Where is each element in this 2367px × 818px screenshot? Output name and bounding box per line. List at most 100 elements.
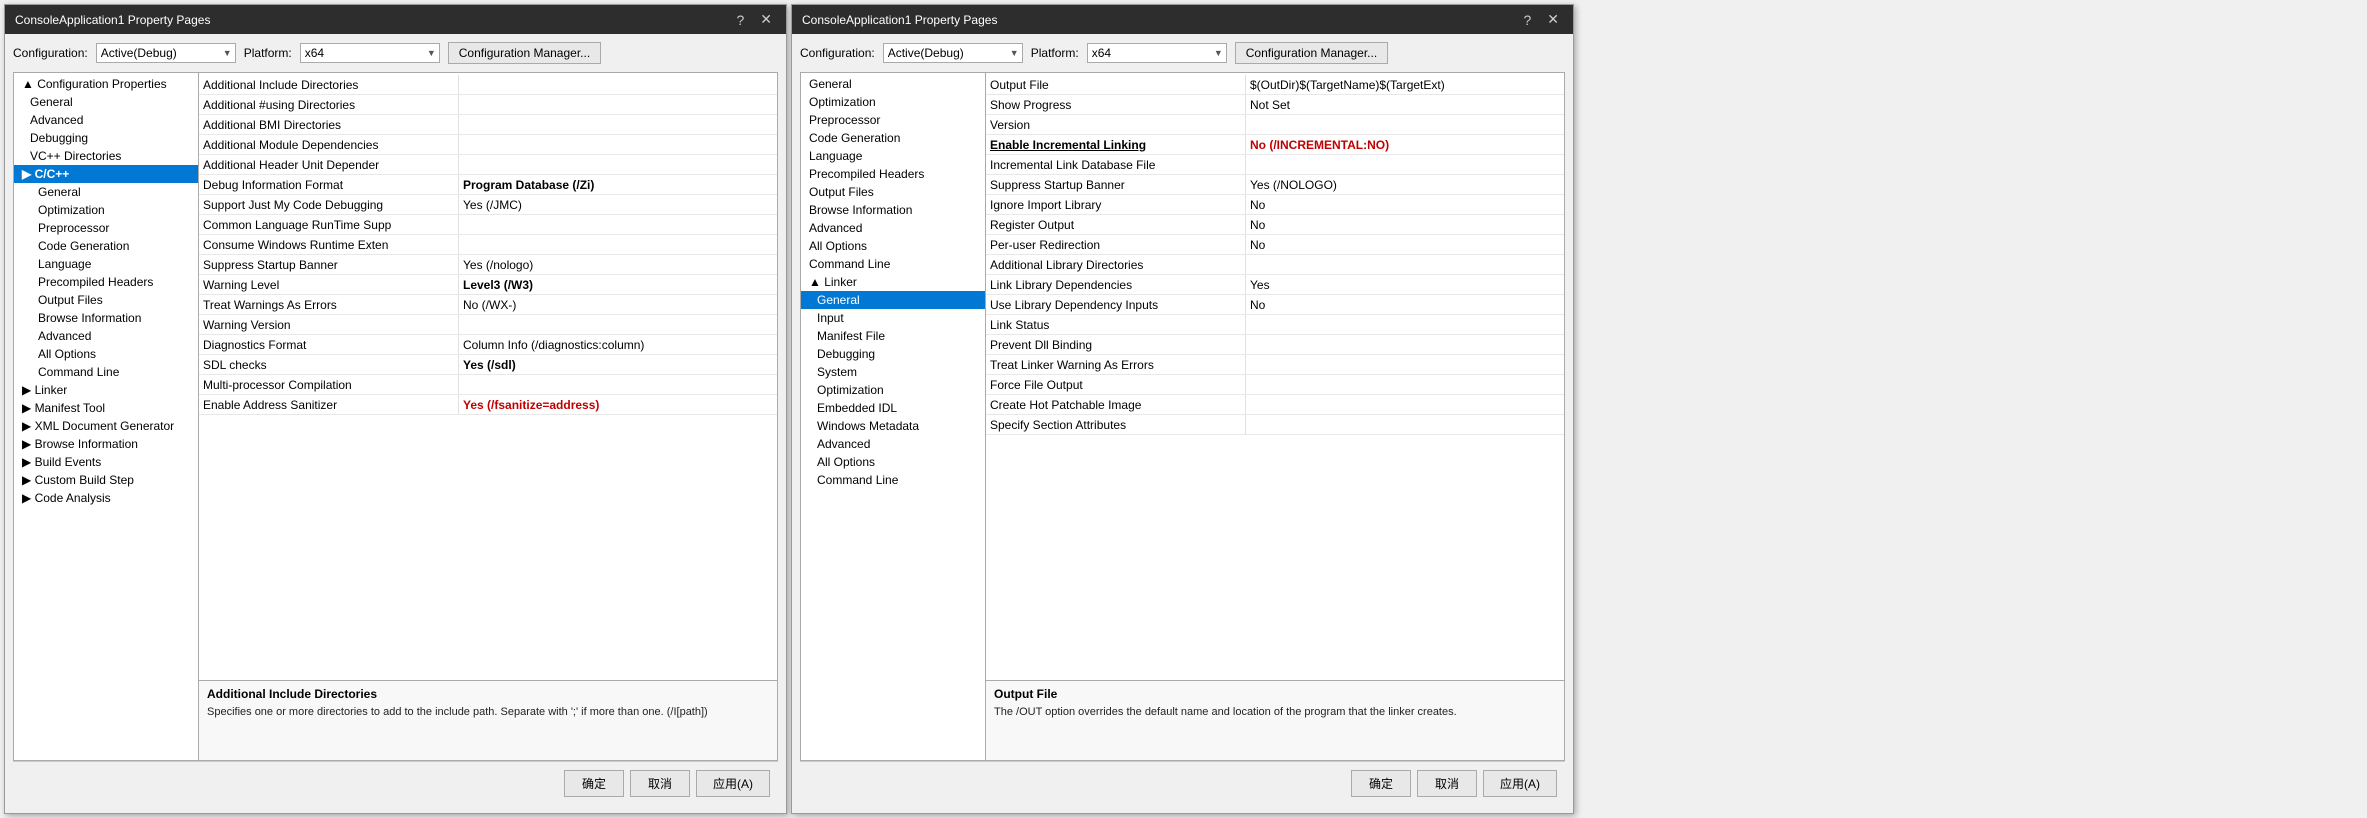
- tree-item[interactable]: ▶ Build Events: [14, 453, 198, 471]
- confirm-btn-2[interactable]: 确定: [1351, 770, 1411, 797]
- tree-item[interactable]: Advanced: [801, 435, 985, 453]
- tree-item[interactable]: ▶ Manifest Tool: [14, 399, 198, 417]
- tree-item[interactable]: Precompiled Headers: [801, 165, 985, 183]
- tree-item[interactable]: All Options: [14, 345, 198, 363]
- left-tree-1[interactable]: ▲ Configuration PropertiesGeneralAdvance…: [14, 73, 199, 760]
- tree-item[interactable]: Output Files: [801, 183, 985, 201]
- tree-item[interactable]: ▶ Custom Build Step: [14, 471, 198, 489]
- tree-item[interactable]: Command Line: [801, 471, 985, 489]
- prop-name: Version: [986, 115, 1246, 134]
- tree-item[interactable]: General: [14, 93, 198, 111]
- prop-value: [459, 155, 777, 174]
- help-button-2[interactable]: ?: [1519, 12, 1535, 28]
- prop-name: Common Language RunTime Supp: [199, 215, 459, 234]
- config-manager-btn-1[interactable]: Configuration Manager...: [448, 42, 601, 64]
- config-manager-btn-2[interactable]: Configuration Manager...: [1235, 42, 1388, 64]
- tree-item[interactable]: ▶ Browse Information: [14, 435, 198, 453]
- prop-value: $(OutDir)$(TargetName)$(TargetExt): [1246, 75, 1564, 94]
- tree-item[interactable]: ▶ Linker: [14, 381, 198, 399]
- cancel-btn-2[interactable]: 取消: [1417, 770, 1477, 797]
- platform-select-1[interactable]: x64: [300, 43, 440, 63]
- confirm-btn-1[interactable]: 确定: [564, 770, 624, 797]
- tree-item[interactable]: Preprocessor: [801, 111, 985, 129]
- table-row: Link Status: [986, 315, 1564, 335]
- prop-name: Multi-processor Compilation: [199, 375, 459, 394]
- config-select-2[interactable]: Active(Debug): [883, 43, 1023, 63]
- tree-item[interactable]: ▲ Configuration Properties: [14, 75, 198, 93]
- tree-item[interactable]: All Options: [801, 453, 985, 471]
- prop-name: Force File Output: [986, 375, 1246, 394]
- tree-item[interactable]: ▶ XML Document Generator: [14, 417, 198, 435]
- tree-item[interactable]: General: [14, 183, 198, 201]
- prop-name: Debug Information Format: [199, 175, 459, 194]
- dialog1: ConsoleApplication1 Property Pages ? ✕ C…: [4, 4, 787, 814]
- tree-item[interactable]: Manifest File: [801, 327, 985, 345]
- table-row: Force File Output: [986, 375, 1564, 395]
- prop-value: [1246, 355, 1564, 374]
- bottom-buttons-1: 确定 取消 应用(A): [13, 761, 778, 805]
- table-row: Additional Library Directories: [986, 255, 1564, 275]
- prop-name: Create Hot Patchable Image: [986, 395, 1246, 414]
- tree-item[interactable]: Preprocessor: [14, 219, 198, 237]
- platform-select-2[interactable]: x64: [1087, 43, 1227, 63]
- config-select-1[interactable]: Active(Debug): [96, 43, 236, 63]
- prop-value: [459, 115, 777, 134]
- tree-item[interactable]: Advanced: [801, 219, 985, 237]
- tree-item[interactable]: Debugging: [801, 345, 985, 363]
- prop-value: [459, 235, 777, 254]
- prop-value: [1246, 115, 1564, 134]
- table-row: Output File$(OutDir)$(TargetName)$(Targe…: [986, 75, 1564, 95]
- dialog2-body: Configuration: Active(Debug) Platform: x…: [792, 34, 1573, 813]
- tree-item[interactable]: Optimization: [14, 201, 198, 219]
- apply-btn-1[interactable]: 应用(A): [696, 770, 770, 797]
- tree-item[interactable]: Language: [801, 147, 985, 165]
- tree-item[interactable]: Browse Information: [14, 309, 198, 327]
- tree-item[interactable]: Precompiled Headers: [14, 273, 198, 291]
- close-button-2[interactable]: ✕: [1543, 11, 1563, 28]
- title-bar-1: ConsoleApplication1 Property Pages ? ✕: [5, 5, 786, 34]
- desc-text-1: Specifies one or more directories to add…: [207, 705, 769, 720]
- table-row: Support Just My Code DebuggingYes (/JMC): [199, 195, 777, 215]
- tree-item[interactable]: Optimization: [801, 381, 985, 399]
- tree-item[interactable]: Optimization: [801, 93, 985, 111]
- table-row: Additional #using Directories: [199, 95, 777, 115]
- tree-item[interactable]: General: [801, 291, 985, 309]
- tree-item[interactable]: Command Line: [801, 255, 985, 273]
- tree-item[interactable]: ▲ Linker: [801, 273, 985, 291]
- tree-item[interactable]: All Options: [801, 237, 985, 255]
- prop-name: Register Output: [986, 215, 1246, 234]
- tree-item[interactable]: General: [801, 75, 985, 93]
- tree-item[interactable]: Embedded IDL: [801, 399, 985, 417]
- title-controls-1: ? ✕: [732, 11, 776, 28]
- tree-item[interactable]: VC++ Directories: [14, 147, 198, 165]
- prop-value: [459, 215, 777, 234]
- config-row-1: Configuration: Active(Debug) Platform: x…: [13, 42, 778, 64]
- close-button-1[interactable]: ✕: [756, 11, 776, 28]
- prop-value: Program Database (/Zi): [459, 175, 777, 194]
- tree-item[interactable]: ▶ Code Analysis: [14, 489, 198, 507]
- tree-item[interactable]: Advanced: [14, 327, 198, 345]
- help-button-1[interactable]: ?: [732, 12, 748, 28]
- tree-item[interactable]: Language: [14, 255, 198, 273]
- tree-item[interactable]: Command Line: [14, 363, 198, 381]
- tree-item[interactable]: Code Generation: [801, 129, 985, 147]
- tree-item[interactable]: Code Generation: [14, 237, 198, 255]
- tree-item[interactable]: System: [801, 363, 985, 381]
- tree-item[interactable]: Output Files: [14, 291, 198, 309]
- tree-item[interactable]: Windows Metadata: [801, 417, 985, 435]
- tree-item[interactable]: Debugging: [14, 129, 198, 147]
- tree-item[interactable]: ▶ C/C++: [14, 165, 198, 183]
- cancel-btn-1[interactable]: 取消: [630, 770, 690, 797]
- prop-name: Link Library Dependencies: [986, 275, 1246, 294]
- tree-item[interactable]: Browse Information: [801, 201, 985, 219]
- prop-value: No (/INCREMENTAL:NO): [1246, 135, 1564, 154]
- bottom-buttons-2: 确定 取消 应用(A): [800, 761, 1565, 805]
- left-tree-2[interactable]: GeneralOptimizationPreprocessorCode Gene…: [801, 73, 986, 760]
- tree-item[interactable]: Input: [801, 309, 985, 327]
- prop-value: No (/WX-): [459, 295, 777, 314]
- prop-value: Column Info (/diagnostics:column): [459, 335, 777, 354]
- prop-value: [1246, 335, 1564, 354]
- apply-btn-2[interactable]: 应用(A): [1483, 770, 1557, 797]
- table-row: Prevent Dll Binding: [986, 335, 1564, 355]
- tree-item[interactable]: Advanced: [14, 111, 198, 129]
